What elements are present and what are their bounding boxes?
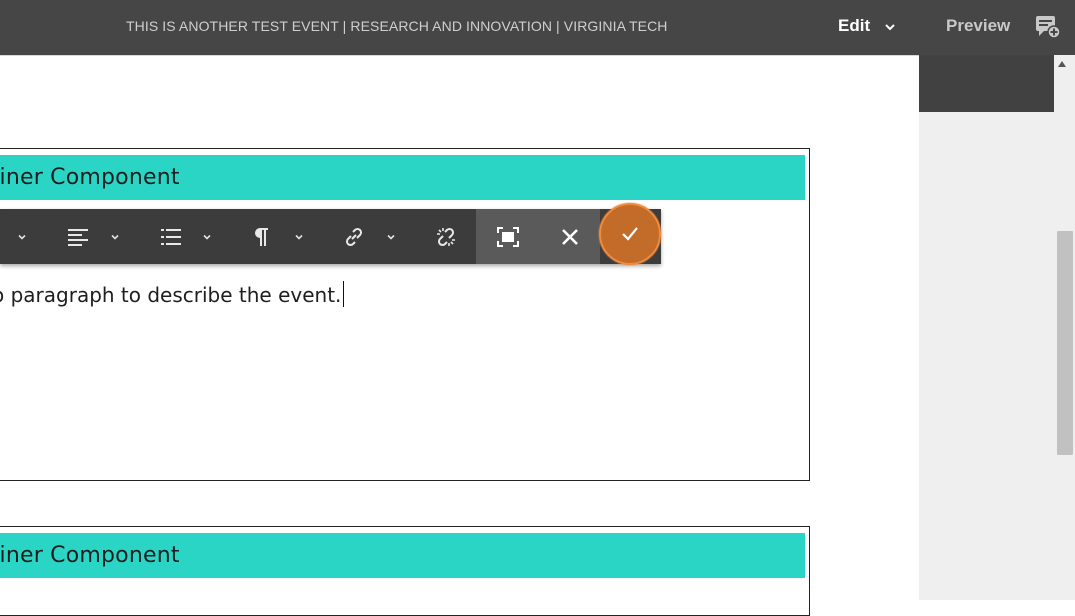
component-header: tainer Component <box>0 533 805 578</box>
scroll-up-arrow-icon[interactable] <box>1058 61 1066 67</box>
chevron-down-icon[interactable] <box>289 209 309 264</box>
page-title: THIS IS ANOTHER TEST EVENT | RESEARCH AN… <box>126 18 668 34</box>
component-header: tainer Component <box>0 155 805 200</box>
chevron-down-icon[interactable] <box>883 20 897 34</box>
editor-text: o paragraph to describe the event. <box>0 283 342 307</box>
container-component[interactable]: tainer Component <box>0 526 810 616</box>
chevron-down-icon[interactable] <box>12 209 32 264</box>
side-panel <box>919 55 1075 600</box>
rich-text-editor[interactable]: o paragraph to describe the event. <box>0 281 345 307</box>
confirm-button[interactable] <box>599 203 661 265</box>
chevron-down-icon[interactable] <box>197 209 217 264</box>
chevron-down-icon[interactable] <box>381 209 401 264</box>
component-title: tainer Component <box>0 543 180 568</box>
paragraph-icon[interactable] <box>248 209 274 264</box>
fullscreen-icon <box>496 226 519 247</box>
rich-text-toolbar <box>0 209 661 264</box>
edit-mode-button[interactable]: Edit <box>838 16 870 36</box>
panel-thumbnail <box>919 55 1054 112</box>
unlink-icon[interactable] <box>432 209 460 264</box>
chevron-down-icon[interactable] <box>105 209 125 264</box>
component-title: tainer Component <box>0 165 180 190</box>
fullscreen-button[interactable] <box>476 209 539 264</box>
scrollbar-thumb[interactable] <box>1057 231 1073 455</box>
cancel-button[interactable] <box>539 209 600 264</box>
check-icon <box>622 227 638 241</box>
annotation-add-icon[interactable] <box>1035 15 1061 39</box>
text-caret <box>343 281 345 307</box>
preview-mode-button[interactable]: Preview <box>946 16 1010 36</box>
container-component[interactable]: tainer Component <box>0 148 810 481</box>
close-icon <box>561 228 578 245</box>
link-icon[interactable] <box>340 209 368 264</box>
align-left-icon[interactable] <box>64 209 92 264</box>
list-icon[interactable] <box>157 209 185 264</box>
top-bar: THIS IS ANOTHER TEST EVENT | RESEARCH AN… <box>0 0 1075 55</box>
